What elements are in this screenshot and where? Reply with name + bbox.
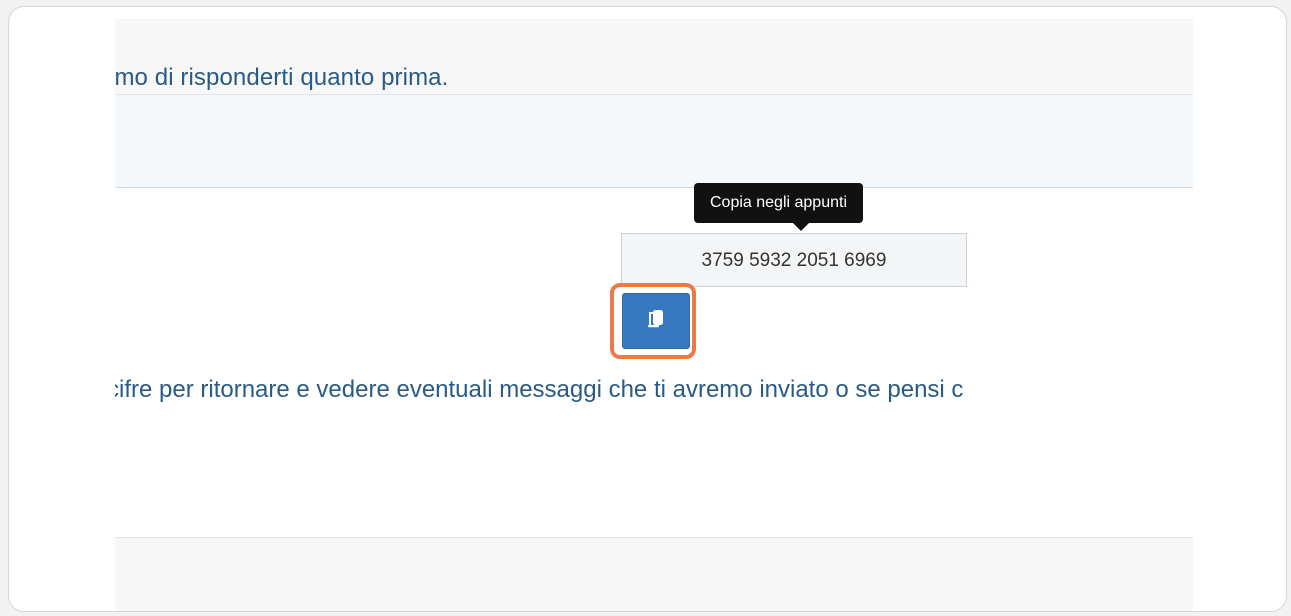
footer-band: [115, 538, 1193, 611]
screenshot-frame: emo di risponderti quanto prima. Copia n…: [8, 6, 1287, 612]
copy-button[interactable]: [622, 293, 690, 349]
intro-text: emo di risponderti quanto prima.: [115, 64, 449, 91]
tooltip-arrow: [793, 223, 809, 231]
copy-tooltip: Copia negli appunti: [694, 183, 863, 223]
content-panel: emo di risponderti quanto prima. Copia n…: [115, 19, 1193, 611]
description-text: cifre per ritornare e vedere eventuali m…: [115, 376, 964, 403]
copy-icon: [645, 307, 667, 336]
info-band: [115, 95, 1193, 187]
divider: [115, 187, 1193, 188]
ticket-code-field[interactable]: 3759 5932 2051 6969: [621, 233, 967, 287]
